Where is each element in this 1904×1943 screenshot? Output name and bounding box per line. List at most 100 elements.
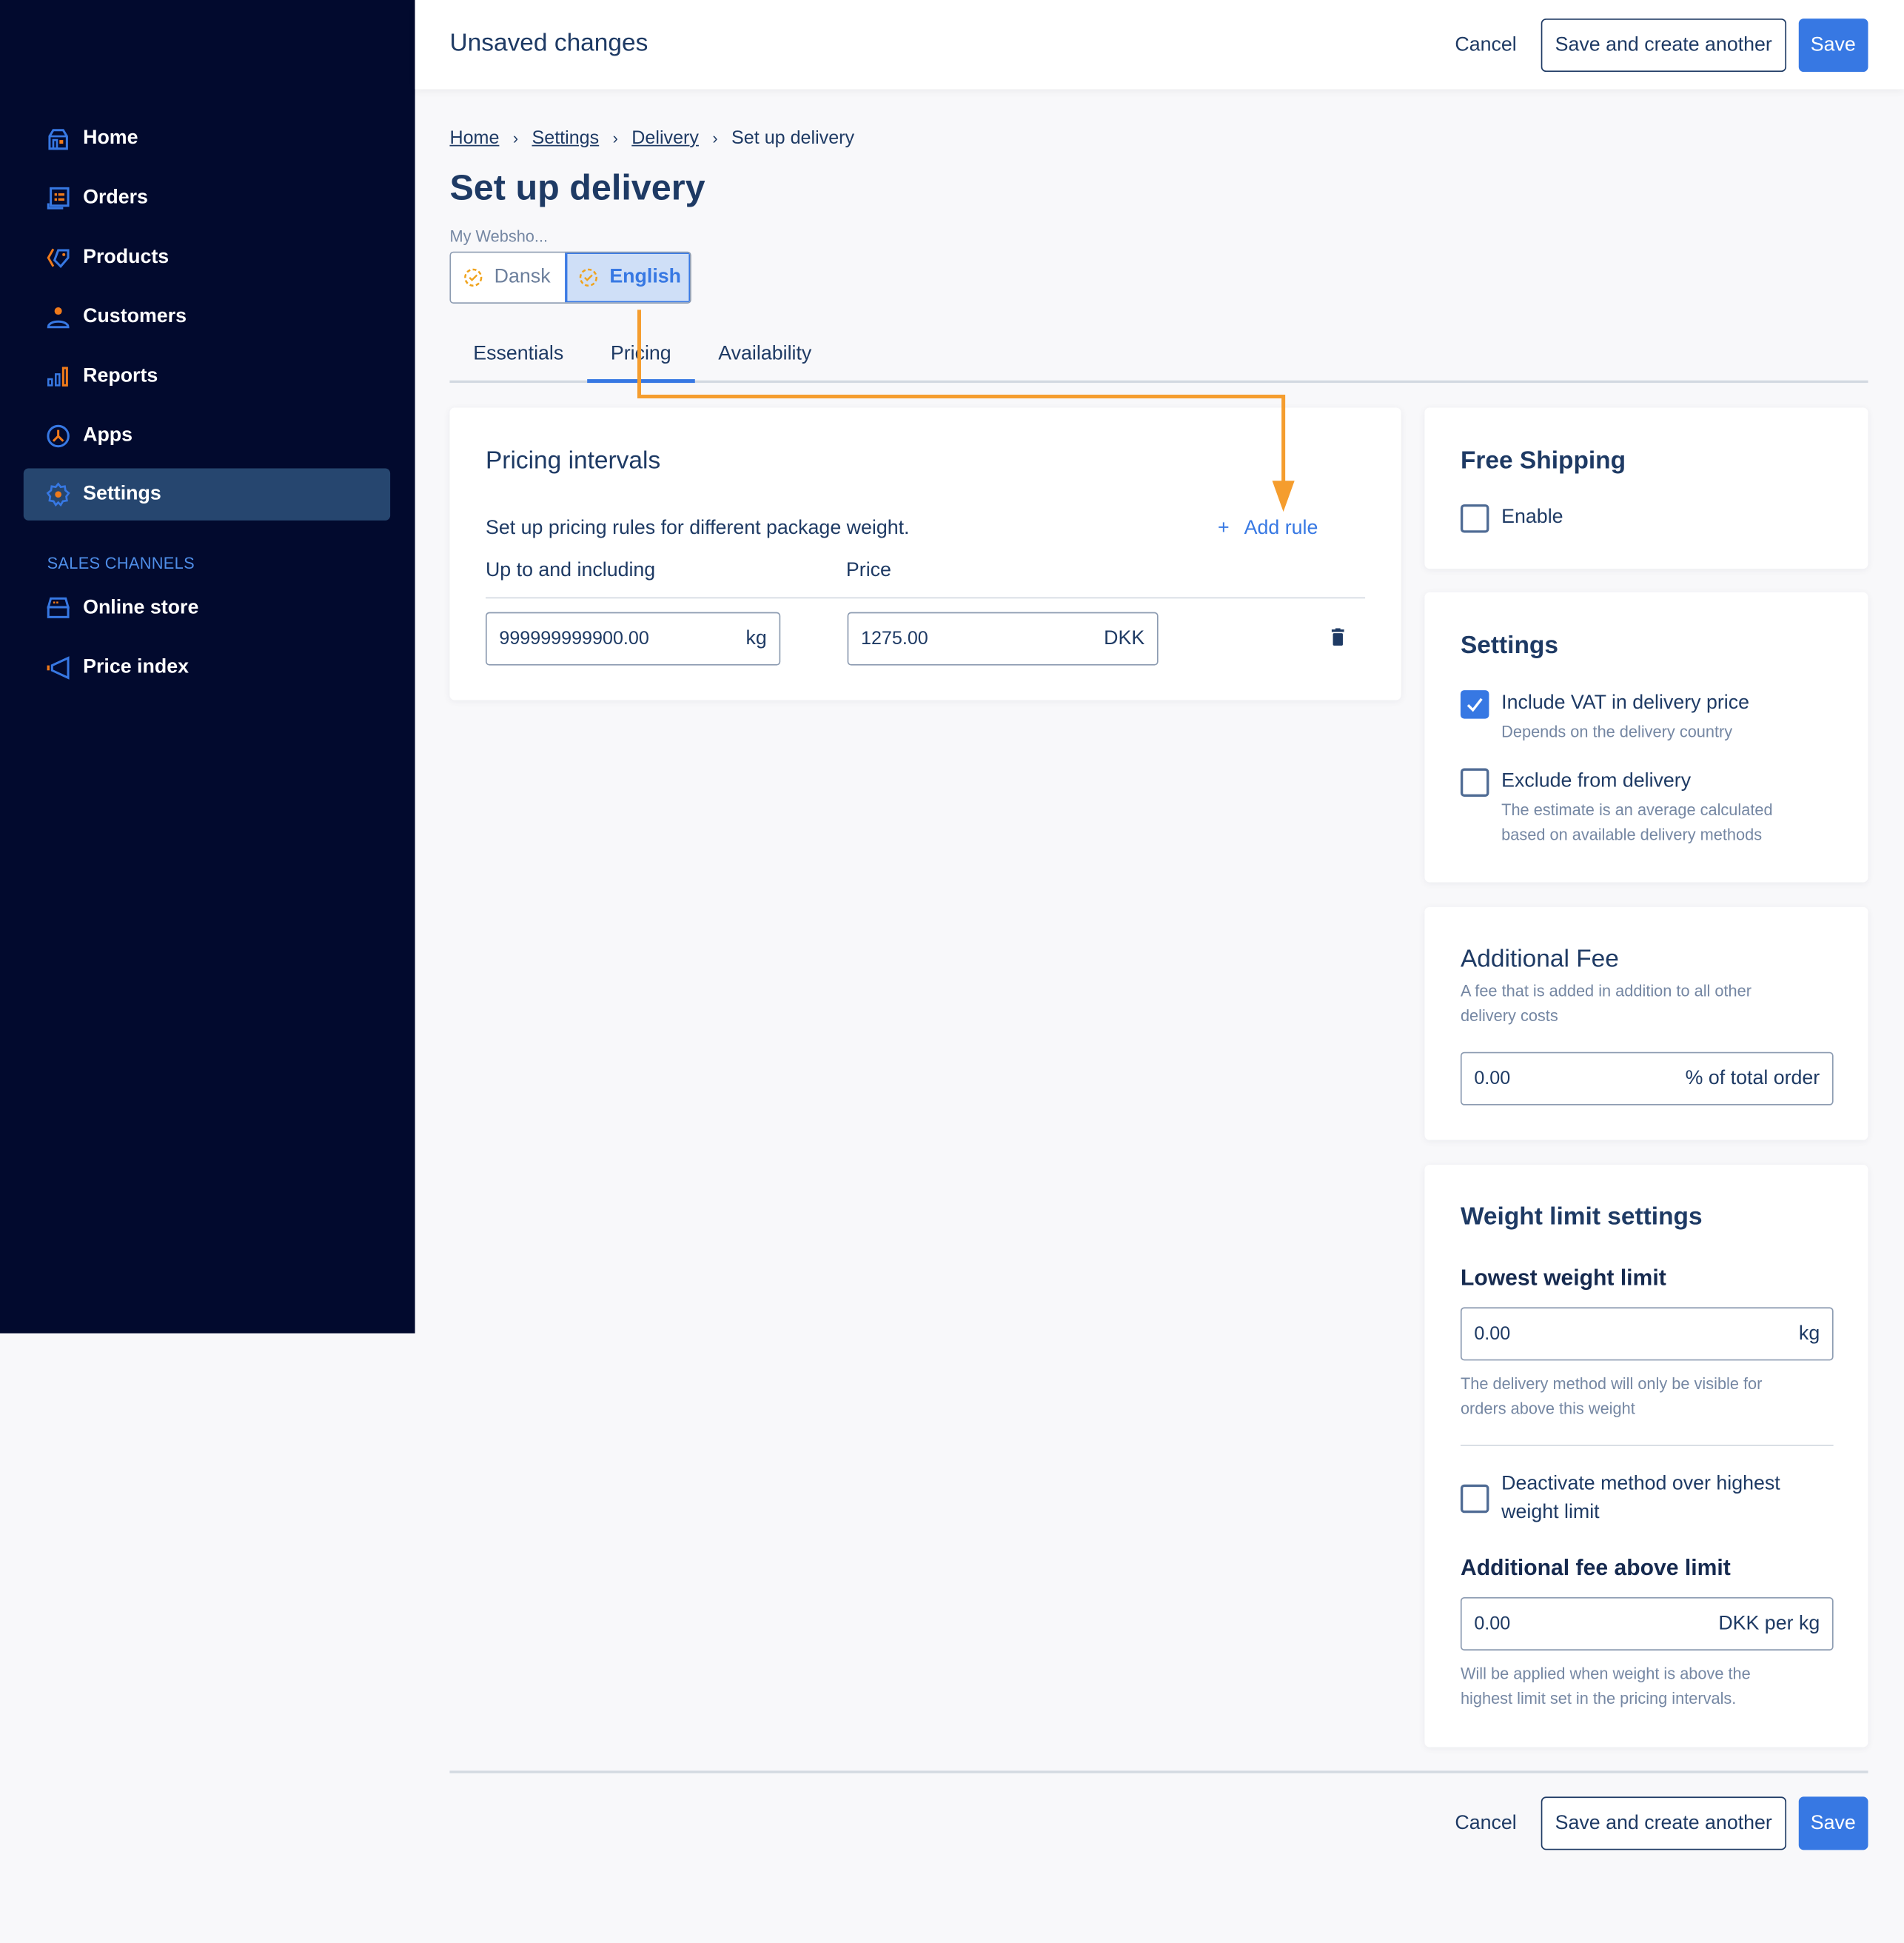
lowest-weight-help-2: orders above this weight (1460, 1399, 1635, 1418)
sidebar-item-label: Apps (83, 424, 133, 447)
additional-fee-title: Additional Fee (1460, 945, 1619, 973)
footer-save-and-create-another-button[interactable]: Save and create another (1541, 1796, 1786, 1850)
chevron-right-icon: › (612, 129, 618, 148)
page-title: Set up delivery (449, 168, 705, 209)
tab-bar: Essentials Pricing Availability (449, 335, 1868, 384)
sidebar-item-price-index[interactable]: Price index (24, 642, 390, 694)
lowest-weight-unit: kg (1798, 1322, 1820, 1344)
tab-availability[interactable]: Availability (694, 335, 835, 381)
additional-fee-input[interactable]: 0.00 % of total order (1460, 1051, 1834, 1106)
shop-name: My Websho... (449, 227, 549, 246)
sidebar-item-online-store[interactable]: Online store (24, 582, 390, 634)
free-shipping-card: Free Shipping Enable (1424, 407, 1868, 569)
weight-value: 999999999900.00 (499, 628, 649, 649)
free-shipping-enable-label: Enable (1501, 506, 1563, 528)
language-label: English (609, 266, 682, 288)
additional-fee-card: Additional Fee A fee that is added in ad… (1424, 906, 1868, 1140)
delete-rule-button[interactable] (1330, 628, 1347, 648)
additional-fee-unit: % of total order (1685, 1067, 1820, 1089)
footer-save-button[interactable]: Save (1797, 1796, 1868, 1850)
fee-above-limit-unit: DKK per kg (1718, 1612, 1820, 1634)
cancel-button[interactable]: Cancel (1443, 34, 1529, 56)
exclude-help-line-1: The estimate is an average calculated (1501, 800, 1773, 820)
apps-icon (46, 424, 70, 448)
orders-icon (46, 186, 70, 210)
include-vat-label: Include VAT in delivery price (1501, 692, 1749, 714)
language-label: Dansk (494, 266, 551, 288)
lowest-weight-help-1: The delivery method will only be visible… (1460, 1374, 1763, 1393)
plus-icon: + (1217, 518, 1230, 539)
fee-above-limit-value: 0.00 (1474, 1613, 1511, 1635)
footer-actions: Cancel Save and create another Save (1443, 1796, 1868, 1850)
sidebar-item-label: Settings (83, 483, 161, 505)
language-dansk[interactable]: Dansk (451, 253, 566, 303)
sidebar-item-home[interactable]: Home (24, 113, 390, 164)
pricing-description: Set up pricing rules for different packa… (485, 518, 910, 539)
price-currency: DKK (1104, 627, 1145, 649)
sidebar-item-label: Customers (83, 306, 187, 327)
free-shipping-title: Free Shipping (1460, 447, 1626, 475)
weight-limit-card: Weight limit settings Lowest weight limi… (1424, 1164, 1868, 1748)
bar-chart-icon (46, 364, 70, 389)
sidebar-item-reports[interactable]: Reports (24, 351, 390, 403)
sidebar-item-orders[interactable]: Orders (24, 173, 390, 224)
include-vat-checkbox[interactable] (1460, 690, 1489, 719)
save-and-create-another-button[interactable]: Save and create another (1541, 19, 1786, 73)
app-root: Home Orders Products Customers Reports A… (0, 0, 1904, 1943)
fee-above-limit-label: Additional fee above limit (1460, 1555, 1731, 1580)
dashed-check-icon (464, 268, 483, 287)
breadcrumb-current: Set up delivery (731, 127, 855, 149)
sidebar-item-products[interactable]: Products (24, 232, 390, 284)
footer-cancel-button[interactable]: Cancel (1443, 1812, 1529, 1834)
exclude-help-line-2: based on available delivery methods (1501, 825, 1763, 844)
breadcrumb-delivery[interactable]: Delivery (631, 127, 699, 148)
deactivate-over-limit-checkbox[interactable] (1460, 1484, 1489, 1514)
fee-above-limit-help-2: highest limit set in the pricing interva… (1460, 1688, 1737, 1708)
breadcrumb-settings[interactable]: Settings (532, 127, 599, 148)
lowest-weight-value: 0.00 (1474, 1323, 1511, 1345)
sidebar-item-label: Home (83, 127, 138, 149)
weight-divider (1460, 1445, 1834, 1446)
price-input[interactable]: 1275.00 DKK (847, 612, 1159, 666)
breadcrumb: Home › Settings › Delivery › Set up deli… (449, 127, 854, 148)
gear-icon (46, 482, 70, 507)
tab-essentials[interactable]: Essentials (449, 335, 587, 381)
user-icon (46, 305, 70, 330)
dashed-check-icon (579, 268, 597, 287)
breadcrumb-home[interactable]: Home (449, 127, 499, 148)
deactivate-label-line-1: Deactivate method over highest (1501, 1473, 1780, 1495)
language-english[interactable]: English (565, 253, 691, 303)
sidebar-item-settings[interactable]: Settings (23, 468, 391, 521)
sidebar-item-customers[interactable]: Customers (24, 291, 390, 343)
lowest-weight-input[interactable]: 0.00 kg (1460, 1307, 1834, 1361)
weight-limit-title: Weight limit settings (1460, 1203, 1703, 1231)
save-button[interactable]: Save (1797, 19, 1868, 73)
add-rule-button[interactable]: + Add rule (1218, 518, 1318, 540)
language-toggle: Dansk English (449, 251, 691, 304)
pricing-intervals-title: Pricing intervals (485, 447, 661, 475)
free-shipping-enable-checkbox[interactable] (1460, 504, 1489, 533)
footer-divider (449, 1770, 1868, 1773)
weight-unit: kg (745, 627, 767, 649)
pricing-intervals-card: Pricing intervals Set up pricing rules f… (449, 407, 1401, 700)
exclude-from-delivery-checkbox[interactable] (1460, 768, 1489, 797)
sidebar-item-label: Orders (83, 187, 148, 209)
settings-card: Settings Include VAT in delivery price D… (1424, 592, 1868, 883)
sales-channels-heading: SALES CHANNELS (47, 554, 195, 573)
unsaved-changes-title: Unsaved changes (449, 30, 648, 57)
deactivate-label-line-2: weight limit (1501, 1502, 1600, 1523)
weight-input[interactable]: 999999999900.00 kg (485, 612, 781, 666)
unsaved-changes-bar: Unsaved changes Cancel Save and create a… (415, 0, 1904, 90)
additional-fee-help-2: delivery costs (1460, 1006, 1558, 1025)
fee-above-limit-input[interactable]: 0.00 DKK per kg (1460, 1597, 1834, 1651)
trash-icon (1331, 628, 1344, 646)
sidebar-item-apps[interactable]: Apps (24, 410, 390, 462)
tab-pricing[interactable]: Pricing (587, 335, 695, 384)
sidebar-item-label: Reports (83, 365, 158, 387)
check-icon (1466, 698, 1483, 712)
include-vat-help: Depends on the delivery country (1501, 722, 1733, 741)
chevron-right-icon: › (512, 129, 519, 148)
chevron-right-icon: › (712, 129, 718, 148)
store-icon (46, 596, 70, 621)
add-rule-label: Add rule (1244, 518, 1318, 539)
